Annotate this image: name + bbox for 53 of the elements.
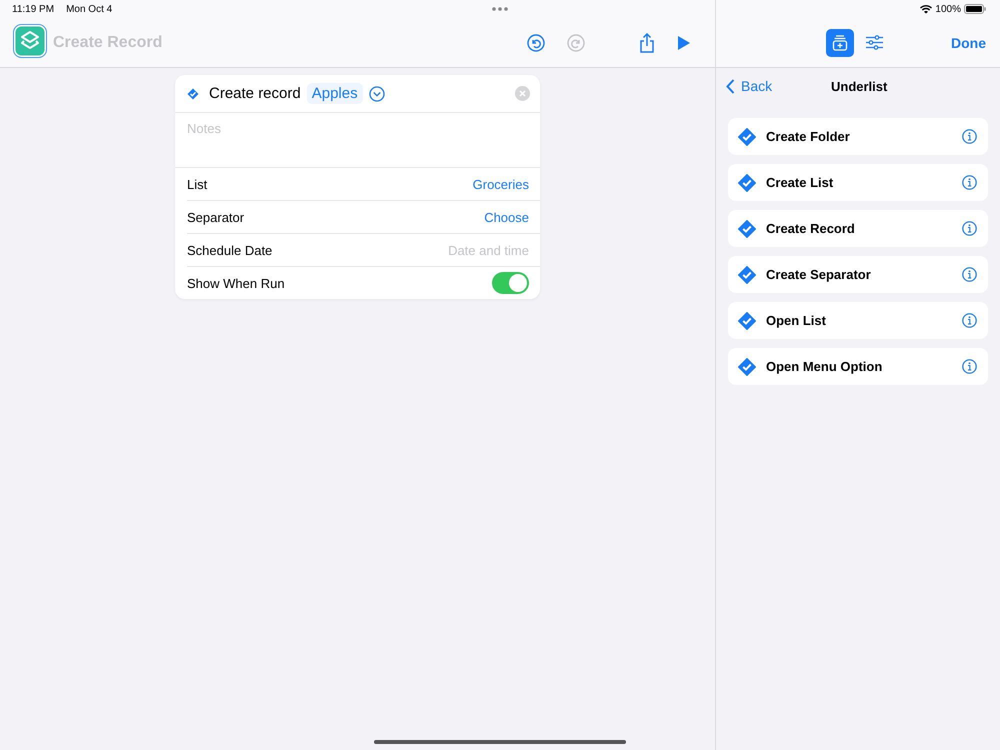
parameter-label: List bbox=[187, 176, 208, 192]
info-icon[interactable] bbox=[962, 129, 977, 144]
parameter-value[interactable]: Choose bbox=[484, 210, 529, 224]
variable-token[interactable]: Apples bbox=[306, 83, 363, 104]
notes-field[interactable]: Notes bbox=[175, 113, 540, 168]
parameter-label: Show When Run bbox=[187, 276, 285, 290]
add-action-tab[interactable] bbox=[826, 28, 854, 56]
sliders-icon bbox=[866, 35, 882, 50]
checkmark-icon bbox=[738, 174, 756, 192]
app-icon[interactable] bbox=[13, 24, 47, 58]
more-dots-icon[interactable] bbox=[492, 7, 508, 11]
done-button[interactable]: Done bbox=[951, 34, 986, 50]
info-icon[interactable] bbox=[962, 267, 977, 282]
back-button[interactable]: Back bbox=[726, 78, 772, 94]
checkmark-icon bbox=[187, 88, 199, 100]
chevron-down-circle-icon[interactable] bbox=[368, 86, 385, 102]
checkmark-icon bbox=[738, 358, 756, 376]
parameter-value[interactable]: Groceries bbox=[472, 176, 529, 192]
undo-icon[interactable] bbox=[527, 34, 545, 52]
parameter-label: Schedule Date bbox=[187, 242, 272, 258]
checkmark-icon bbox=[738, 220, 756, 238]
action-label: Create Folder bbox=[766, 129, 851, 144]
action-title: Create record bbox=[209, 85, 301, 102]
info-icon[interactable] bbox=[962, 175, 977, 190]
action-item[interactable]: Create Folder bbox=[728, 118, 988, 155]
wifi-icon bbox=[920, 4, 932, 14]
action-item[interactable]: Create Separator bbox=[728, 256, 988, 293]
battery-icon bbox=[964, 4, 986, 14]
play-icon[interactable] bbox=[677, 34, 691, 50]
action-label: Create Record bbox=[766, 221, 856, 236]
checkmark-icon bbox=[738, 312, 756, 330]
info-icon[interactable] bbox=[962, 221, 977, 236]
info-icon[interactable] bbox=[962, 359, 977, 374]
status-date: Mon Oct 4 bbox=[66, 4, 112, 14]
action-item[interactable]: Create Record bbox=[728, 210, 988, 247]
panel-title: Underlist bbox=[831, 78, 888, 94]
parameter-label: Separator bbox=[187, 210, 244, 224]
action-item[interactable]: Open List bbox=[728, 302, 988, 339]
toggle-switch[interactable] bbox=[492, 272, 529, 294]
action-label: Open Menu Option bbox=[766, 359, 884, 374]
action-label: Create List bbox=[766, 175, 834, 190]
action-item[interactable]: Open Menu Option bbox=[728, 348, 988, 385]
status-time: 11:19 PM bbox=[12, 4, 54, 14]
checkmark-icon bbox=[738, 266, 756, 284]
info-icon[interactable] bbox=[962, 313, 977, 328]
share-icon[interactable] bbox=[639, 32, 655, 52]
action-item[interactable]: Create List bbox=[728, 164, 988, 201]
battery-percent: 100% bbox=[935, 4, 961, 14]
checkmark-icon bbox=[738, 128, 756, 146]
add-action-icon bbox=[832, 34, 848, 50]
chevron-left-icon bbox=[726, 78, 735, 94]
action-label: Create Separator bbox=[766, 267, 872, 282]
action-label: Open List bbox=[766, 313, 827, 328]
